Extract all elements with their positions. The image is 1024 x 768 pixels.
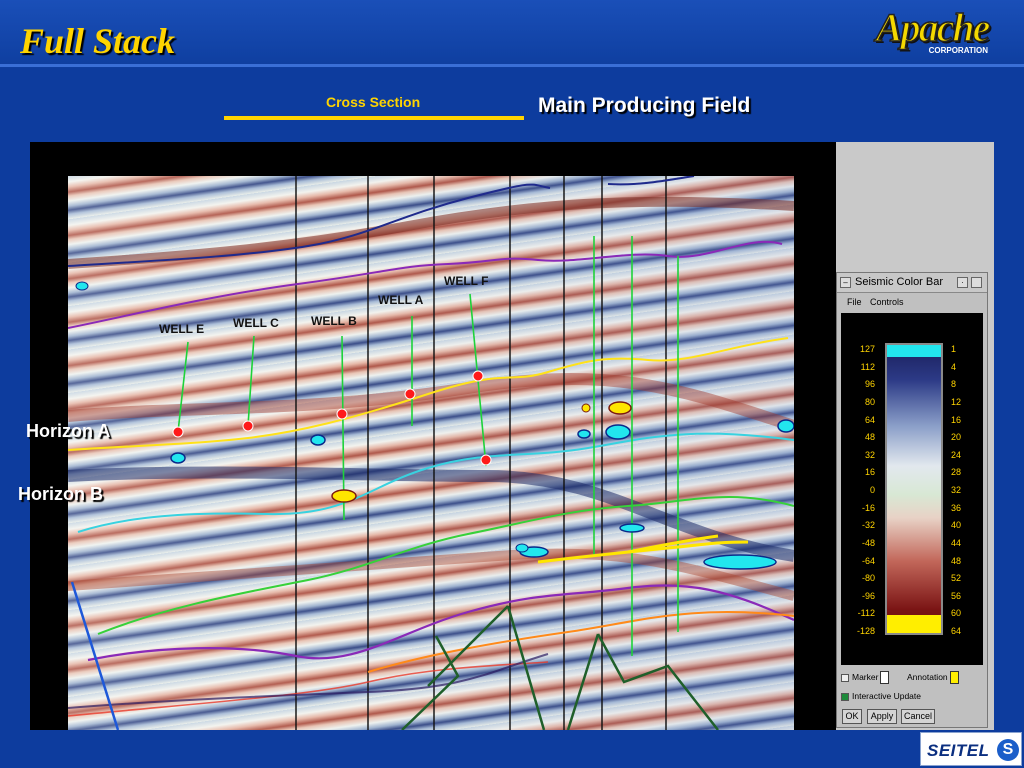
right-tick-label: 12 bbox=[951, 396, 962, 407]
right-tick-label: 52 bbox=[951, 573, 962, 584]
dark-reflector-band-2 bbox=[68, 373, 794, 432]
left-tick-label: 0 bbox=[869, 485, 875, 495]
well-e-label: WELL E bbox=[159, 322, 205, 336]
right-tick-label: 1 bbox=[951, 344, 957, 354]
right-tick-label: 48 bbox=[951, 555, 962, 566]
orange-horizon bbox=[367, 611, 794, 673]
marker-color-swatch[interactable] bbox=[880, 671, 890, 684]
dialog-titlebar[interactable]: – Seismic Color Bar · bbox=[837, 273, 987, 293]
seitel-logo-word: SEITEL bbox=[927, 741, 990, 760]
left-tick-label: -32 bbox=[861, 520, 875, 531]
header-divider bbox=[0, 64, 1024, 67]
cancel-button[interactable]: Cancel bbox=[901, 709, 935, 724]
purple-horizon-lower bbox=[87, 584, 794, 662]
right-tick-label: 24 bbox=[951, 449, 962, 460]
well-c-label: WELL C bbox=[233, 316, 279, 330]
dark-reflector-band bbox=[68, 196, 794, 269]
dark-reflector-band-4 bbox=[68, 548, 794, 601]
left-tick-label: 96 bbox=[864, 379, 875, 390]
well-f-label: WELL F bbox=[444, 274, 489, 288]
seitel-s-icon: S bbox=[997, 739, 1019, 761]
well-a-label: WELL A bbox=[378, 293, 424, 307]
seismic-section[interactable] bbox=[68, 176, 794, 730]
left-tick-label: -16 bbox=[861, 502, 875, 513]
horizon-a-label: Horizon A bbox=[26, 421, 111, 441]
right-tick-label: 20 bbox=[951, 432, 962, 443]
right-tick-label: 44 bbox=[951, 537, 962, 548]
interactive-update-checkbox[interactable] bbox=[841, 692, 849, 701]
horizon-b-label: Horizon B bbox=[18, 484, 103, 504]
marker-row: Marker bbox=[841, 671, 890, 684]
left-tick-label: -64 bbox=[861, 555, 875, 566]
left-tick-label: -112 bbox=[857, 608, 875, 619]
seitel-logo: SEITEL S bbox=[920, 732, 1022, 766]
well-b-label: WELL B bbox=[311, 314, 357, 328]
left-tick-label: -128 bbox=[856, 626, 875, 636]
left-tick-label: -80 bbox=[861, 573, 875, 584]
maximize-icon[interactable] bbox=[971, 277, 982, 288]
right-tick-label: 4 bbox=[951, 361, 957, 372]
annotation-row: Annotation bbox=[907, 671, 959, 684]
left-tick-label: -48 bbox=[861, 537, 875, 548]
dialog-title: Seismic Color Bar bbox=[855, 276, 944, 288]
menu-controls[interactable]: Controls bbox=[870, 297, 904, 307]
cross-section-label: Cross Section bbox=[326, 94, 421, 110]
left-tick-label: 112 bbox=[860, 361, 875, 372]
marker-checkbox[interactable] bbox=[841, 673, 849, 682]
interactive-update-label: Interactive Update bbox=[852, 691, 921, 701]
left-tick-label: 64 bbox=[864, 414, 875, 425]
left-tick-label: 80 bbox=[864, 396, 875, 407]
apache-logo-corp: CORPORATION bbox=[928, 46, 988, 55]
left-tick-label: -96 bbox=[861, 590, 875, 601]
right-tick-label: 64 bbox=[951, 626, 962, 636]
apply-button[interactable]: Apply bbox=[867, 709, 897, 724]
ok-button[interactable]: OK bbox=[842, 709, 862, 724]
right-tick-label: 56 bbox=[951, 590, 962, 601]
right-tick-label: 36 bbox=[951, 502, 962, 513]
seismic-color-bar-dialog: – Seismic Color Bar · File Controls 127 … bbox=[836, 272, 988, 728]
color-bar-panel: 127 112 96 80 64 48 32 16 0 -16 -32 -48 -64 -80 -96 -11… bbox=[841, 313, 983, 665]
right-tick-label: 28 bbox=[951, 467, 962, 478]
window-menu-icon[interactable]: – bbox=[840, 277, 851, 288]
interactive-update-row: Interactive Update bbox=[841, 691, 921, 701]
apache-logo-word: Apache bbox=[875, 5, 991, 51]
right-tick-label: 60 bbox=[951, 608, 962, 619]
color-gradient-svg bbox=[887, 345, 941, 633]
slide-title: Full Stack bbox=[20, 21, 176, 61]
apache-logo: Apache CORPORATION bbox=[875, 5, 994, 60]
horizon-b-line bbox=[77, 432, 794, 533]
fault-5 bbox=[596, 633, 719, 730]
left-tick-label: 127 bbox=[859, 344, 875, 354]
left-tick-label: 16 bbox=[864, 467, 875, 478]
fault-4 bbox=[566, 633, 600, 730]
right-tick-label: 32 bbox=[951, 485, 962, 495]
well-markers bbox=[172, 370, 492, 466]
left-tick-label: 48 bbox=[864, 432, 875, 443]
marker-label: Marker bbox=[852, 671, 879, 682]
right-tick-label: 8 bbox=[951, 379, 957, 390]
right-tick-label: 40 bbox=[951, 520, 962, 531]
annotation-label: Annotation bbox=[907, 671, 948, 682]
menu-file[interactable]: File bbox=[847, 297, 862, 307]
seismic-overlay bbox=[68, 176, 794, 730]
dark-horizon-bottom bbox=[68, 653, 549, 709]
left-tick-label: 32 bbox=[864, 449, 875, 460]
red-horizon bbox=[68, 661, 549, 717]
dialog-menubar: File Controls bbox=[837, 294, 987, 310]
annotation-color-swatch[interactable] bbox=[949, 671, 959, 684]
right-tick-label: 16 bbox=[951, 414, 962, 425]
cross-section-underline bbox=[224, 116, 524, 120]
fault-2 bbox=[506, 605, 546, 730]
minimize-icon[interactable]: · bbox=[957, 277, 968, 288]
color-gradient-bar[interactable] bbox=[885, 343, 943, 635]
fault-3 bbox=[427, 605, 509, 687]
field-title: Main Producing Field bbox=[538, 94, 751, 117]
